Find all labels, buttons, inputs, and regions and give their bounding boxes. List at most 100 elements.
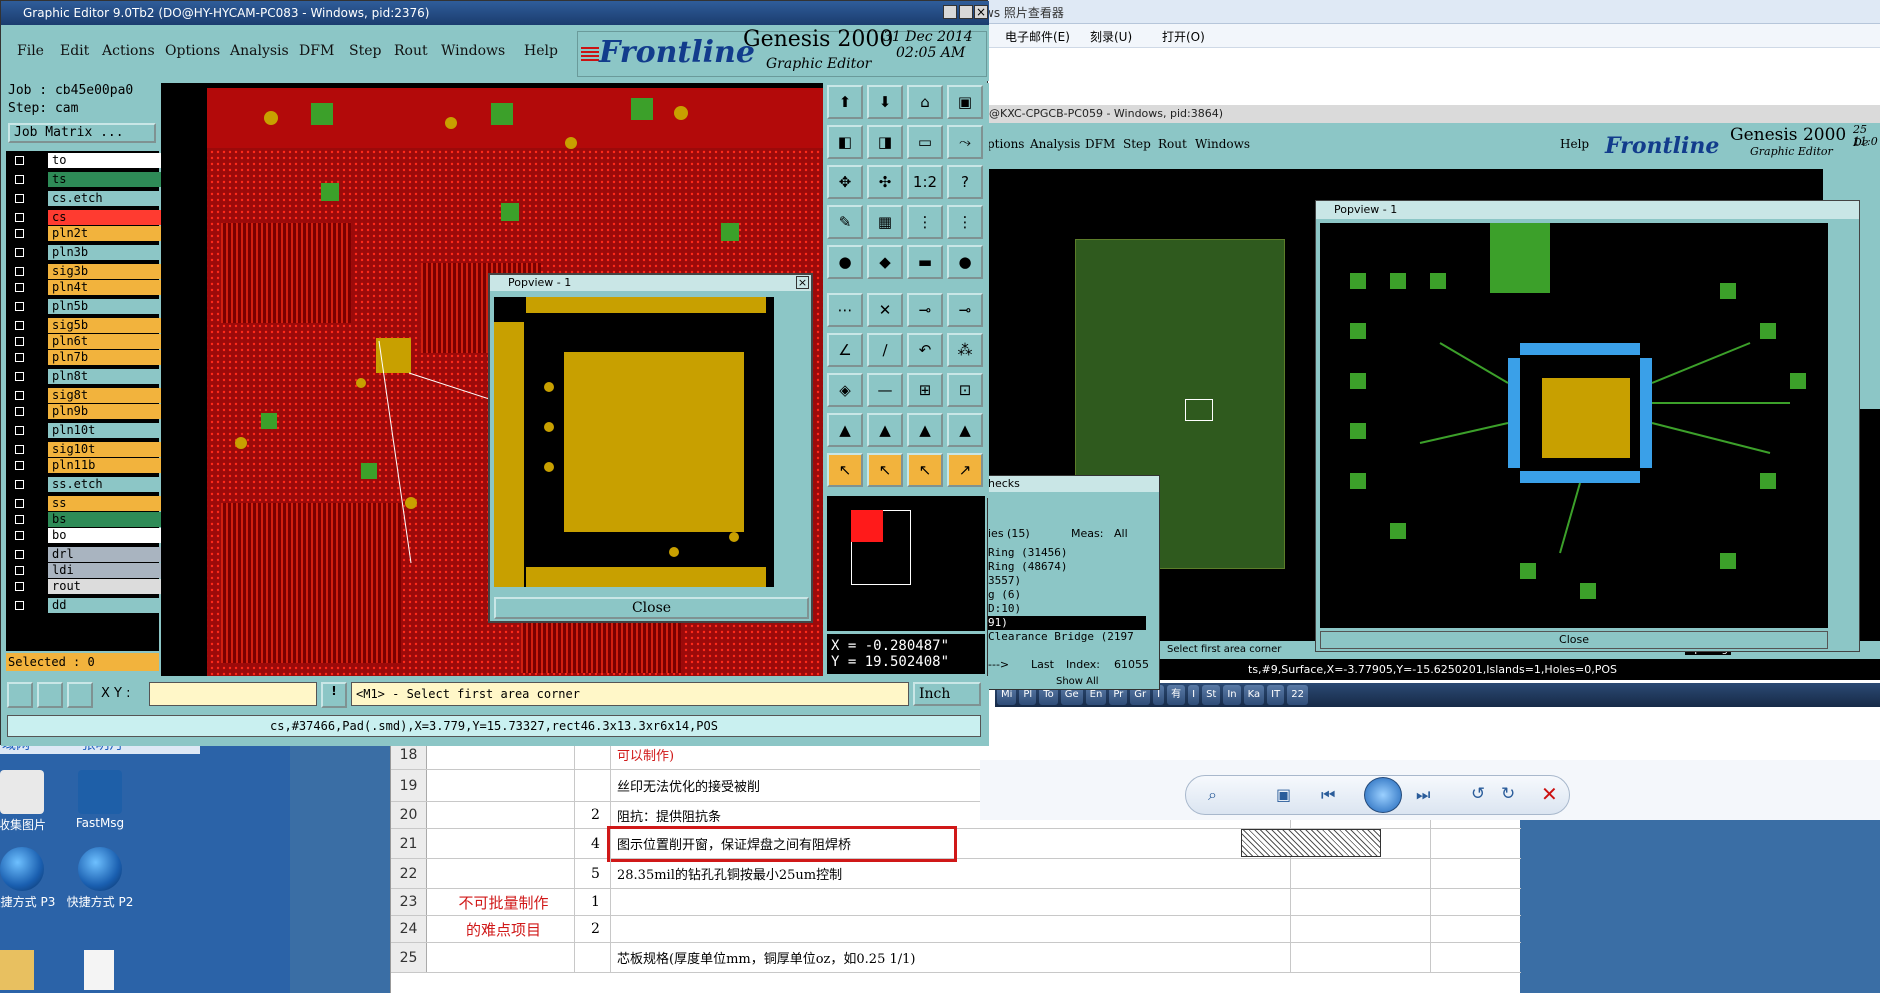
layer-row[interactable]: pln2t: [10, 226, 170, 241]
tool-button[interactable]: ✥: [827, 165, 863, 199]
tool-button[interactable]: ↖: [867, 453, 903, 487]
tool-button[interactable]: ▲: [947, 413, 983, 447]
layer-name[interactable]: pln11b: [48, 458, 170, 473]
layer-row[interactable]: dd: [10, 598, 170, 613]
tool-button[interactable]: ⊸: [947, 293, 983, 327]
show-all-button[interactable]: Show All: [1056, 676, 1156, 689]
row-header[interactable]: 19: [391, 770, 427, 801]
layer-checkbox[interactable]: [10, 334, 34, 349]
table-cell[interactable]: 28.35mil的钻孔孔铜按最小25um控制: [611, 859, 1291, 888]
tool-button[interactable]: 1:2: [907, 165, 943, 199]
tool-button[interactable]: ◈: [827, 373, 863, 407]
layer-row[interactable]: pln10t: [10, 423, 170, 438]
tool-button[interactable]: ●: [827, 245, 863, 279]
maximize-icon[interactable]: [959, 5, 973, 19]
index-field[interactable]: 61055: [1114, 658, 1149, 671]
units-select[interactable]: Inch: [913, 682, 981, 706]
layer-checkbox[interactable]: [10, 442, 34, 457]
taskbar-item[interactable]: I: [1188, 685, 1200, 705]
layer-row[interactable]: rout: [10, 579, 170, 594]
layer-row[interactable]: ss: [10, 496, 170, 511]
layer-row[interactable]: sig10t: [10, 442, 170, 457]
row-header[interactable]: 22: [391, 859, 427, 888]
layer-name[interactable]: bs: [48, 512, 170, 527]
desktop-icon[interactable]: 快捷方式 P3: [0, 847, 62, 910]
tool-button[interactable]: ↖: [827, 453, 863, 487]
layer-name[interactable]: pln9b: [48, 404, 170, 419]
menu-email[interactable]: 电子邮件(E): [1005, 28, 1070, 45]
job-matrix-button[interactable]: Job Matrix ...: [8, 123, 156, 143]
table-cell[interactable]: 4: [575, 829, 611, 858]
layer-name[interactable]: pln6t: [48, 334, 170, 349]
checks-list[interactable]: Ring (31456) Ring (48674) 3557) g (6) D:…: [988, 546, 1146, 654]
row-header[interactable]: 24: [391, 916, 427, 942]
layer-checkbox[interactable]: [10, 245, 34, 260]
table-cell[interactable]: [427, 829, 575, 858]
layer-row[interactable]: to: [10, 153, 170, 168]
layer-name[interactable]: bo: [48, 528, 170, 543]
layer-name[interactable]: pln2t: [48, 226, 170, 241]
last-button[interactable]: Last: [1031, 658, 1054, 671]
layer-name[interactable]: pln4t: [48, 280, 170, 295]
layer-name[interactable]: drl: [48, 547, 170, 562]
list-item[interactable]: Clearance Bridge (2197: [988, 630, 1146, 644]
folder-icon[interactable]: [0, 950, 34, 990]
layer-row[interactable]: pln11b: [10, 458, 170, 473]
layer-name[interactable]: dd: [48, 598, 170, 613]
minimize-icon[interactable]: [943, 5, 957, 19]
tool-button[interactable]: ✎: [827, 205, 863, 239]
layer-checkbox[interactable]: [10, 404, 34, 419]
table-cell[interactable]: 芯板规格(厚度单位mm，铜厚单位oz，如0.25 1/1): [611, 943, 1291, 972]
layer-row[interactable]: pln9b: [10, 404, 170, 419]
tool-button[interactable]: ↶: [907, 333, 943, 367]
tool-button[interactable]: ◆: [867, 245, 903, 279]
menu-file[interactable]: File: [17, 43, 44, 59]
menu-rout[interactable]: Rout: [394, 43, 428, 59]
desktop-icon[interactable]: 快捷方式 P2: [60, 847, 140, 910]
menu-burn[interactable]: 刻录(U): [1090, 28, 1132, 45]
menu-analysis[interactable]: Analysis: [230, 43, 289, 59]
layer-name[interactable]: pln8t: [48, 369, 170, 384]
list-item[interactable]: 91): [988, 616, 1146, 630]
layer-checkbox[interactable]: [10, 280, 34, 295]
layer-checkbox[interactable]: [10, 547, 34, 562]
close-icon[interactable]: ×: [796, 276, 809, 289]
tool-button[interactable]: ⋮: [907, 205, 943, 239]
layer-name[interactable]: to: [48, 153, 170, 168]
fit-icon[interactable]: ▣: [1276, 785, 1291, 804]
layer-row[interactable]: sig8t: [10, 388, 170, 403]
desktop-icon[interactable]: FastMsg: [60, 770, 140, 830]
tool-button[interactable]: ▭: [907, 125, 943, 159]
tool-button[interactable]: ⊞: [907, 373, 943, 407]
layer-checkbox[interactable]: [10, 264, 34, 279]
list-item[interactable]: Ring (48674): [988, 560, 1146, 574]
rotate-right-icon[interactable]: ↻: [1501, 784, 1515, 804]
taskbar-item[interactable]: 22: [1287, 685, 1308, 705]
list-item[interactable]: g (6): [988, 588, 1146, 602]
tool-button[interactable]: ◨: [867, 125, 903, 159]
layer-name[interactable]: ss.etch: [48, 477, 170, 492]
layer-checkbox[interactable]: [10, 388, 34, 403]
tool-button[interactable]: ⋯: [827, 293, 863, 327]
layer-name[interactable]: pln3b: [48, 245, 170, 260]
layer-row[interactable]: sig3b: [10, 264, 170, 279]
tool-button[interactable]: ∠: [827, 333, 863, 367]
layer-row[interactable]: drl: [10, 547, 170, 562]
tool-button[interactable]: ⁂: [947, 333, 983, 367]
next-button[interactable]: --->: [988, 658, 1009, 671]
layer-checkbox[interactable]: [10, 579, 34, 594]
tool-button[interactable]: ?: [947, 165, 983, 199]
tool-button[interactable]: ✕: [867, 293, 903, 327]
area-select-icon[interactable]: [7, 682, 33, 708]
file-icon[interactable]: [84, 950, 114, 990]
overview-map[interactable]: [827, 496, 985, 631]
layer-name[interactable]: pln7b: [48, 350, 170, 365]
table-cell[interactable]: [1291, 943, 1431, 972]
layer-name[interactable]: sig5b: [48, 318, 170, 333]
layer-name[interactable]: sig10t: [48, 442, 170, 457]
cell-image[interactable]: [1241, 829, 1381, 857]
menu-item[interactable]: Windows: [1195, 137, 1250, 151]
popview-secondary-canvas[interactable]: [1320, 223, 1828, 628]
layer-row[interactable]: pln4t: [10, 280, 170, 295]
table-cell[interactable]: [427, 943, 575, 972]
